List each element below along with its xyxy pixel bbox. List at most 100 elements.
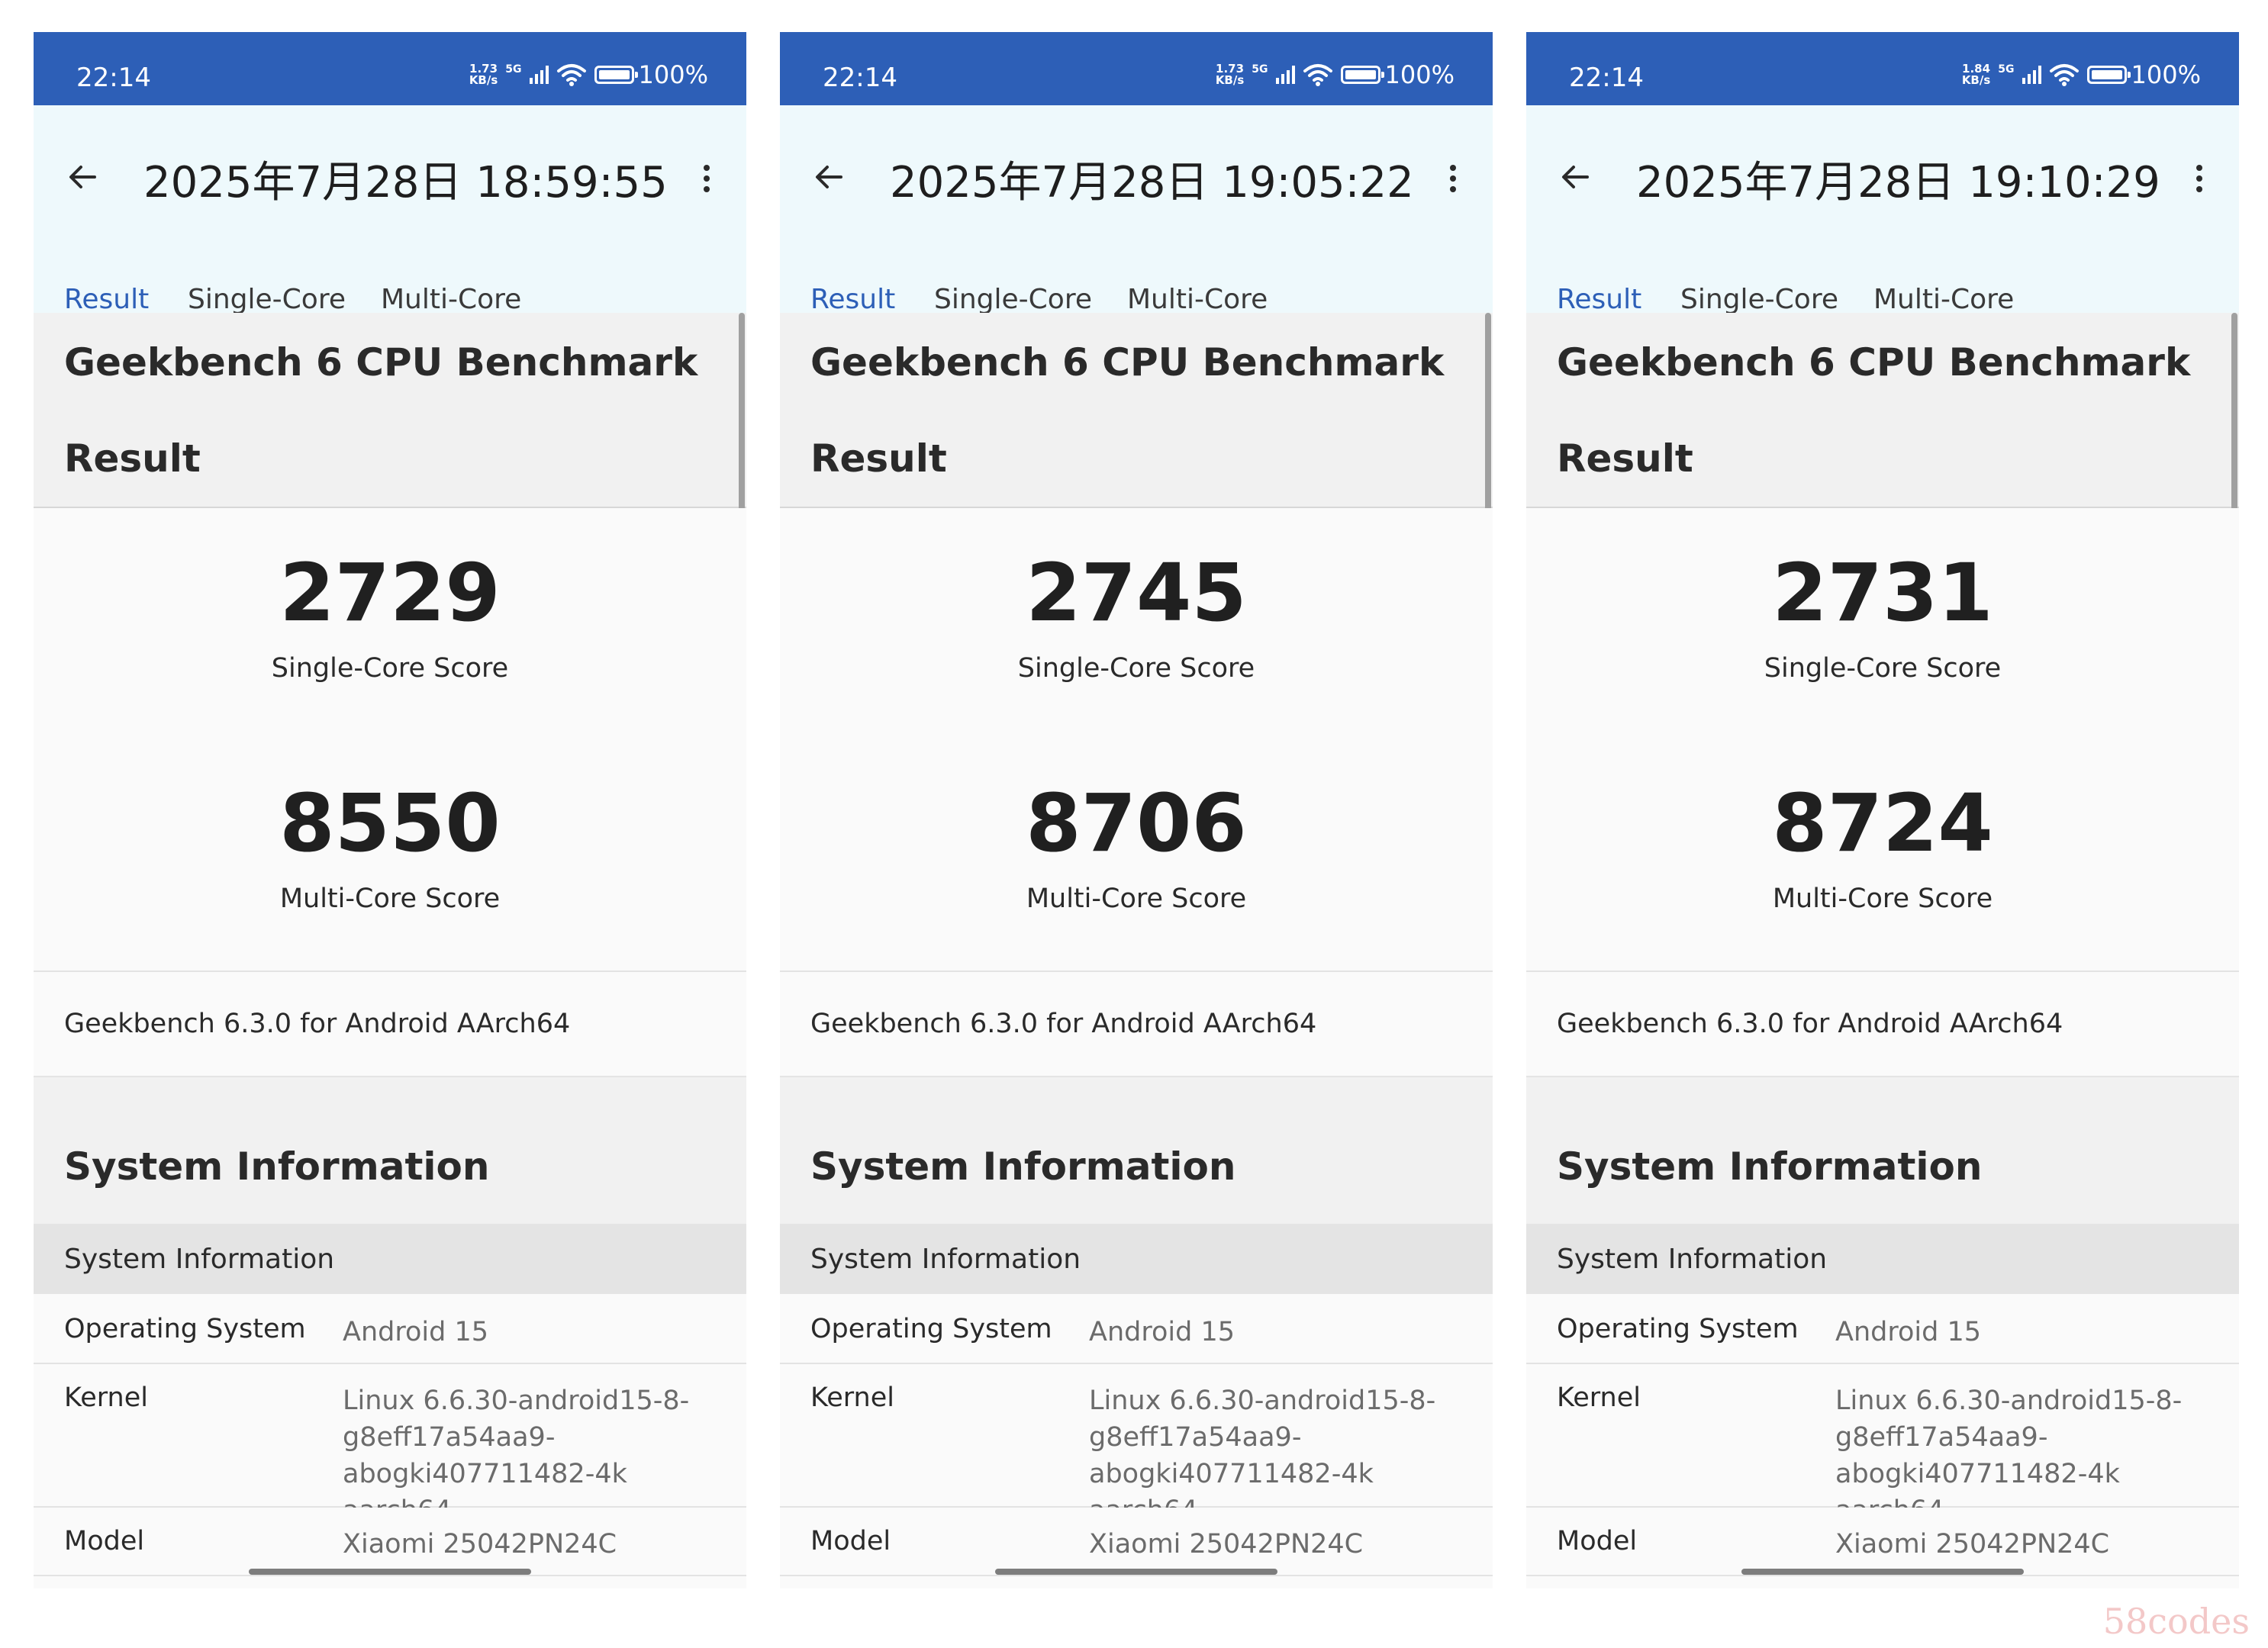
tab-result[interactable]: Result <box>64 284 149 315</box>
info-key: Operating System <box>810 1314 1052 1344</box>
battery-level-fill <box>2091 70 2122 79</box>
version-text: Geekbench 6.3.0 for Android AArch64 <box>64 1009 571 1039</box>
system-info-header: System Information <box>1526 1076 2239 1225</box>
benchmark-subtitle: Result <box>1557 436 1693 481</box>
tab-single-core[interactable]: Single-Core <box>1680 284 1838 315</box>
multi-core-score: 8550 <box>279 777 501 870</box>
page-title: 2025年7月28日 19:10:29 <box>1636 158 2160 208</box>
result-content[interactable]: Geekbench 6 CPU Benchmark Result 2729 Si… <box>34 313 746 1588</box>
system-info-header: System Information <box>780 1076 1493 1225</box>
status-icons: 1.73 KB/s 5G 100% <box>469 60 708 90</box>
wifi-icon <box>1303 64 1332 86</box>
tab-result[interactable]: Result <box>1557 284 1641 315</box>
back-arrow-icon[interactable] <box>810 159 847 195</box>
app-bar: 2025年7月28日 18:59:55 Result Single-Core M… <box>34 105 746 344</box>
wifi-icon <box>556 64 586 86</box>
info-key: Kernel <box>810 1382 894 1413</box>
info-key: Model <box>1557 1526 1638 1556</box>
system-info-subheader: System Information <box>780 1224 1493 1294</box>
info-row-model: Model Xiaomi 25042PN24C <box>1526 1508 2239 1576</box>
signal-icon <box>529 66 549 84</box>
status-bar: 22:14 1.84 KB/s 5G 100% <box>1526 32 2239 105</box>
status-time: 22:14 <box>1569 63 1644 93</box>
multi-core-label: Multi-Core Score <box>1026 884 1247 914</box>
tab-multi-core[interactable]: Multi-Core <box>1127 284 1268 315</box>
info-row-kernel: Kernel Linux 6.6.30-android15-8-g8eff17a… <box>34 1364 746 1526</box>
scores-card: 2729 Single-Core Score 8550 Multi-Core S… <box>34 508 746 972</box>
screenshot-panel-2: 22:14 1.73 KB/s 5G 100% 2025年7月28日 19:05… <box>780 32 1493 1588</box>
info-row-kernel: Kernel Linux 6.6.30-android15-8-g8eff17a… <box>780 1364 1493 1526</box>
system-info-title: System Information <box>1557 1144 1983 1189</box>
wifi-icon <box>2049 64 2079 86</box>
info-key: Operating System <box>1557 1314 1799 1344</box>
version-text: Geekbench 6.3.0 for Android AArch64 <box>1557 1009 2063 1039</box>
benchmark-header: Geekbench 6 CPU Benchmark Result <box>1526 313 2239 508</box>
more-vert-icon[interactable] <box>2190 160 2208 197</box>
network-speed: 1.73 KB/s <box>1216 63 1244 86</box>
signal-icon <box>1275 66 1295 84</box>
status-icons: 1.73 KB/s 5G 100% <box>1216 60 1455 90</box>
info-key: Operating System <box>64 1314 306 1344</box>
more-vert-icon[interactable] <box>697 160 716 197</box>
battery-indicator: 100% <box>1340 60 1455 89</box>
system-info-subheader-label: System Information <box>64 1244 335 1275</box>
single-core-label: Single-Core Score <box>1017 653 1255 684</box>
system-info-subheader: System Information <box>34 1224 746 1294</box>
app-bar: 2025年7月28日 19:05:22 Result Single-Core M… <box>780 105 1493 344</box>
status-bar: 22:14 1.73 KB/s 5G 100% <box>780 32 1493 105</box>
network-speed-unit: KB/s <box>1215 73 1245 87</box>
multi-core-score: 8706 <box>1026 777 1247 870</box>
home-indicator[interactable] <box>249 1569 531 1575</box>
scores-card: 2745 Single-Core Score 8706 Multi-Core S… <box>780 508 1493 972</box>
version-text: Geekbench 6.3.0 for Android AArch64 <box>810 1009 1317 1039</box>
tab-single-core[interactable]: Single-Core <box>934 284 1092 315</box>
network-speed: 1.84 KB/s <box>1962 63 1990 86</box>
battery-percent: 100% <box>1384 60 1455 89</box>
info-row-os: Operating System Android 15 <box>1526 1296 2239 1364</box>
network-speed: 1.73 KB/s <box>469 63 498 86</box>
multi-core-label: Multi-Core Score <box>1772 884 1993 914</box>
info-key: Model <box>810 1526 891 1556</box>
network-speed-unit: KB/s <box>1961 73 1991 87</box>
info-key: Kernel <box>1557 1382 1641 1413</box>
tab-single-core[interactable]: Single-Core <box>188 284 346 315</box>
single-core-score: 2731 <box>1772 546 1993 639</box>
info-row-model: Model Xiaomi 25042PN24C <box>34 1508 746 1576</box>
tab-multi-core[interactable]: Multi-Core <box>1873 284 2014 315</box>
more-vert-icon[interactable] <box>1444 160 1462 197</box>
multi-core-score: 8724 <box>1772 777 1993 870</box>
info-row-os: Operating System Android 15 <box>34 1296 746 1364</box>
tab-multi-core[interactable]: Multi-Core <box>381 284 521 315</box>
info-value: Xiaomi 25042PN24C <box>343 1529 617 1559</box>
status-time: 22:14 <box>823 63 897 93</box>
benchmark-subtitle: Result <box>810 436 947 481</box>
benchmark-title: Geekbench 6 CPU Benchmark <box>810 340 1445 385</box>
system-info-subheader-label: System Information <box>1557 1244 1828 1275</box>
version-row: Geekbench 6.3.0 for Android AArch64 <box>1526 972 2239 1074</box>
back-arrow-icon[interactable] <box>1557 159 1593 195</box>
battery-percent: 100% <box>638 60 708 89</box>
result-content[interactable]: Geekbench 6 CPU Benchmark Result 2731 Si… <box>1526 313 2239 1588</box>
info-key: Model <box>64 1526 145 1556</box>
battery-indicator: 100% <box>2086 60 2201 89</box>
benchmark-title: Geekbench 6 CPU Benchmark <box>64 340 698 385</box>
status-time: 22:14 <box>76 63 151 93</box>
home-indicator[interactable] <box>1741 1569 2024 1575</box>
network-type: 5G <box>1252 63 1268 76</box>
result-content[interactable]: Geekbench 6 CPU Benchmark Result 2745 Si… <box>780 313 1493 1588</box>
home-indicator[interactable] <box>995 1569 1277 1575</box>
multi-core-label: Multi-Core Score <box>279 884 501 914</box>
version-row: Geekbench 6.3.0 for Android AArch64 <box>780 972 1493 1074</box>
scores-card: 2731 Single-Core Score 8724 Multi-Core S… <box>1526 508 2239 972</box>
battery-percent: 100% <box>2131 60 2201 89</box>
screenshot-panel-1: 22:14 1.73 KB/s 5G 100% 2025年7月28日 18:59… <box>34 32 746 1588</box>
system-info-header: System Information <box>34 1076 746 1225</box>
single-core-score: 2729 <box>279 546 501 639</box>
back-arrow-icon[interactable] <box>64 159 101 195</box>
page-title: 2025年7月28日 19:05:22 <box>890 158 1414 208</box>
status-icons: 1.84 KB/s 5G 100% <box>1962 60 2201 90</box>
info-value: Android 15 <box>1835 1317 1981 1347</box>
system-info-title: System Information <box>64 1144 490 1189</box>
single-core-score: 2745 <box>1026 546 1247 639</box>
tab-result[interactable]: Result <box>810 284 895 315</box>
